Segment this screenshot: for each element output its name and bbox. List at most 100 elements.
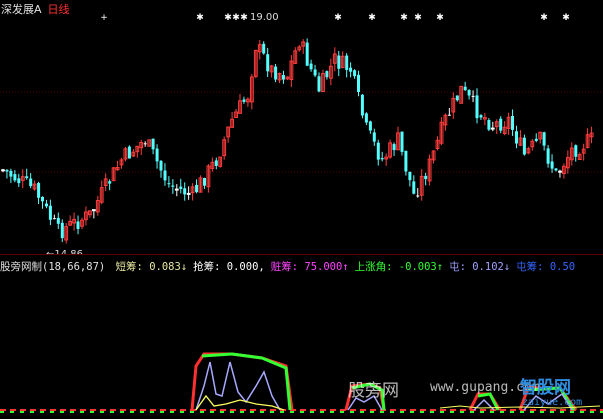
signal-marker: ✱ — [196, 13, 204, 23]
candle-body — [455, 95, 459, 101]
candle-body — [56, 217, 60, 224]
watermark-logo: 智股网 — [520, 378, 571, 398]
candle-body — [159, 160, 163, 171]
signal-marker: ✱ — [540, 13, 548, 23]
candle-body — [167, 183, 171, 185]
candle-body — [515, 131, 518, 144]
candle-body — [554, 168, 558, 171]
indicator-line-yellow — [195, 394, 285, 411]
candle-body — [542, 132, 546, 146]
signal-marker: ✱ — [224, 13, 232, 23]
candle-body — [127, 146, 131, 159]
candle-body — [171, 185, 175, 187]
candle-body — [511, 116, 514, 130]
candle-body — [345, 55, 349, 70]
candle-body — [48, 205, 52, 220]
signal-marker: ✱ — [240, 13, 248, 23]
candle-body — [9, 170, 13, 177]
candle-body — [183, 188, 187, 195]
candlestick-chart[interactable]: +✱✱✱✱✱✱✱✱✱✱✱19.00←14.86 — [0, 0, 603, 260]
candle-body — [151, 138, 155, 150]
indicator-line-blue — [195, 361, 281, 411]
candle-body — [25, 176, 29, 179]
candle-body — [203, 178, 206, 186]
candle-body — [143, 143, 147, 145]
candle-body — [392, 144, 396, 151]
period-label: 日线 — [47, 3, 70, 16]
indicator-name: 股旁网制 — [0, 261, 42, 273]
candle-body — [467, 89, 471, 96]
candle-body — [92, 209, 96, 212]
candle-body — [364, 113, 368, 123]
candle-body — [463, 86, 467, 91]
candle-body — [13, 174, 17, 181]
pane-divider[interactable] — [0, 254, 603, 255]
candle-body — [281, 75, 285, 80]
candle-body — [317, 76, 321, 92]
candle-body — [17, 178, 21, 184]
indicator-params: (18,66,87) — [42, 261, 106, 273]
candle-body — [360, 94, 364, 116]
candle-body — [266, 54, 270, 72]
indicator-item: 屯筹: 0.50 — [516, 261, 576, 273]
signal-marker: ✱ — [414, 13, 422, 23]
indicator-line-red — [190, 352, 294, 411]
candle-body — [41, 196, 44, 202]
signal-marker: ✱ — [368, 13, 376, 23]
candle-body — [242, 99, 246, 102]
candle-body — [534, 138, 538, 141]
candle-body — [490, 127, 495, 130]
indicator-readout: 股旁网制(18,66,87) 短筹: 0.083↓ 抢筹: 0.000, 赃筹: 7… — [0, 259, 575, 275]
candle-body — [424, 175, 428, 180]
signal-marker: ✱ — [232, 13, 240, 23]
candle-body — [487, 120, 491, 130]
candle-body — [574, 145, 578, 157]
candle-body — [214, 160, 218, 166]
candle-body — [376, 142, 380, 160]
signal-marker: ✱ — [400, 13, 408, 23]
candle-body — [447, 114, 451, 116]
candle-body — [522, 137, 526, 155]
candle-body — [186, 192, 191, 195]
indicator-item: 抢筹: 0.000, — [193, 261, 265, 273]
candle-body — [471, 95, 475, 97]
candle-body — [163, 170, 167, 181]
candle-body — [546, 148, 550, 164]
signal-marker: ✱ — [334, 13, 342, 23]
price-chart-pane[interactable]: +✱✱✱✱✱✱✱✱✱✱✱19.00←14.86 — [0, 0, 603, 260]
candle-body — [349, 67, 353, 72]
candle-body — [475, 95, 479, 119]
candle-body — [368, 121, 372, 131]
candle-body — [1, 169, 5, 172]
candle-body — [179, 186, 183, 189]
candle-body — [558, 170, 562, 173]
candle-body — [174, 188, 179, 191]
candle-body — [372, 132, 376, 142]
watermark-text: 股旁网 — [348, 381, 399, 401]
candle-body — [309, 63, 313, 70]
candle-body — [37, 183, 41, 198]
chart-title: 深发展A 日线 — [1, 1, 70, 17]
candle-body — [195, 184, 199, 193]
candle-body — [155, 148, 159, 162]
candle-body — [408, 171, 412, 181]
high-price-label: 19.00 — [250, 12, 279, 23]
signal-marker: + — [100, 13, 108, 23]
candle-body — [52, 218, 56, 220]
candle-body — [357, 74, 360, 92]
candle-body — [353, 70, 357, 77]
candle-body — [262, 43, 266, 54]
candle-body — [325, 71, 329, 78]
candle-body — [404, 150, 408, 172]
indicator-item: 屯: 0.102↓ — [449, 261, 511, 273]
candle-body — [416, 195, 420, 197]
indicator-item: 赃筹: 75.000↑ — [270, 261, 349, 273]
candle-body — [400, 131, 404, 152]
candle-body — [5, 169, 9, 172]
candle-body — [499, 118, 503, 131]
candle-body — [380, 158, 384, 160]
candle-body — [412, 181, 416, 194]
candle-body — [76, 221, 80, 229]
candle-body — [108, 181, 112, 184]
candle-body — [274, 66, 278, 80]
